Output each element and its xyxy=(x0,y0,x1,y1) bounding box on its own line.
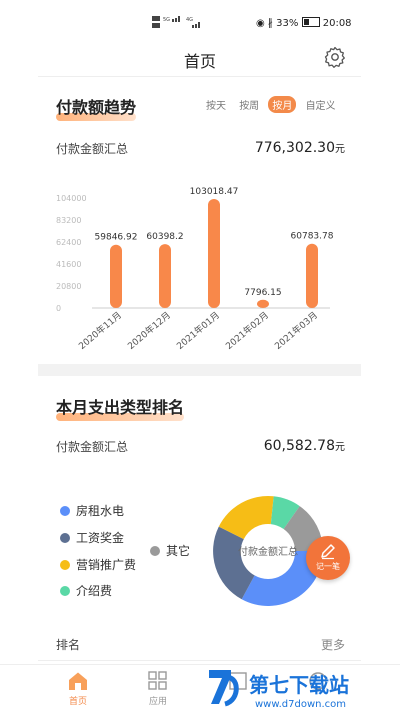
ranking-sum-value: 60,582.78元 xyxy=(263,438,345,454)
edit-icon xyxy=(321,544,335,560)
grid-icon xyxy=(148,671,167,690)
tab-custom[interactable]: 自定义 xyxy=(302,96,340,113)
add-record-button[interactable]: 记一笔 xyxy=(306,536,350,580)
watermark-url: www.d7down.com xyxy=(255,699,346,710)
bar-value-label: 7796.15 xyxy=(244,288,281,298)
y-tick-label: 62400 xyxy=(56,238,81,247)
bar-value-label: 60783.78 xyxy=(291,232,334,242)
x-tick-label: 2020年11月 xyxy=(76,309,124,352)
watermark-logo: 第七下载站 www.d7down.com xyxy=(205,664,400,711)
chart-bar xyxy=(159,244,171,308)
legend-item-salary: 工资奖金 xyxy=(60,529,124,546)
status-right: ◉ ∦ 33% 20:08 xyxy=(256,17,352,29)
nav-apps-label: 应用 xyxy=(148,697,167,707)
chart-bar xyxy=(257,299,269,308)
trend-sum-label: 付款金额汇总 xyxy=(56,142,129,156)
app-header: 首页 xyxy=(0,44,400,76)
rank-label: 排名 xyxy=(56,638,81,652)
bar-value-label: 60398.2 xyxy=(146,232,183,242)
legend-item-other: 其它 xyxy=(150,542,190,559)
gear-icon[interactable] xyxy=(323,45,347,69)
svg-text:5G: 5G xyxy=(163,17,170,23)
y-tick-label: 0 xyxy=(56,304,61,313)
nav-apps[interactable]: 应用 xyxy=(138,671,178,707)
ranking-title: 本月支出类型排名 xyxy=(56,394,185,421)
y-tick-label: 20800 xyxy=(56,282,81,291)
eye-icon: ◉ xyxy=(256,18,265,29)
legend-item-marketing: 营销推广费 xyxy=(60,556,136,573)
section-separator xyxy=(38,364,361,376)
bar-value-label: 103018.47 xyxy=(190,187,239,197)
y-tick-label: 41600 xyxy=(56,260,81,269)
svg-text:4G: 4G xyxy=(186,17,193,23)
chart-bar xyxy=(208,199,220,308)
x-tick-label: 2020年12月 xyxy=(125,309,173,352)
clock: 20:08 xyxy=(322,18,352,29)
x-tick-label: 2021年01月 xyxy=(174,309,222,352)
ranking-sum-label: 付款金额汇总 xyxy=(56,440,129,454)
y-tick-label: 104000 xyxy=(56,194,87,203)
signal-icons: 5G 4G xyxy=(152,16,204,32)
tab-day[interactable]: 按天 xyxy=(202,96,230,113)
nav-home-label: 首页 xyxy=(68,697,87,707)
battery-percent: 33% xyxy=(276,18,299,29)
nav-home[interactable]: 首页 xyxy=(58,671,98,707)
signal-icon: 5G 4G xyxy=(152,16,200,28)
tab-week[interactable]: 按周 xyxy=(235,96,263,113)
more-link[interactable]: 更多 xyxy=(321,636,345,653)
watermark-brand: 第七下载站 xyxy=(249,673,349,697)
fab-label: 记一笔 xyxy=(316,562,340,571)
bar-value-label: 59846.92 xyxy=(95,233,138,243)
battery-icon xyxy=(301,17,320,27)
header-divider xyxy=(38,76,361,77)
home-icon xyxy=(69,672,87,690)
chart-bar xyxy=(306,243,318,308)
legend-item-rent: 房租水电 xyxy=(60,502,124,519)
legend-item-referral: 介绍费 xyxy=(60,582,112,599)
period-tabs: 按天 按周 按月 自定义 xyxy=(202,96,342,113)
y-tick-label: 83200 xyxy=(56,216,81,225)
tab-month[interactable]: 按月 xyxy=(268,96,297,113)
x-tick-label: 2021年03月 xyxy=(272,309,320,352)
bluetooth-icon: ∦ xyxy=(267,18,273,29)
d7down-logo: 第七下载站 www.d7down.com xyxy=(209,670,349,710)
x-tick-label: 2021年02月 xyxy=(223,309,271,352)
rank-divider xyxy=(38,660,361,661)
trend-sum-value: 776,302.30元 xyxy=(254,140,345,156)
chart-bar xyxy=(110,244,122,308)
donut-center-label: 付款金额汇总 xyxy=(238,545,298,558)
trend-bar-chart: 0 20800 41600 62400 83200 104000 59846.92 6039… xyxy=(56,187,334,352)
trend-title: 付款额趋势 xyxy=(56,94,137,121)
status-bar: 5G 4G ◉ ∦ 33% 20:08 xyxy=(0,0,400,44)
